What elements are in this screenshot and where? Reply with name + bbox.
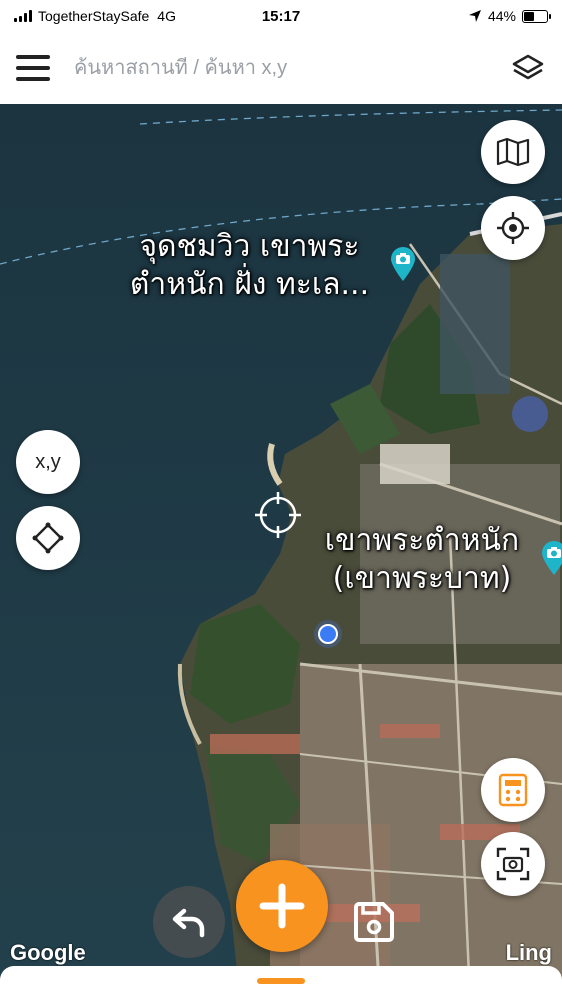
- cellular-signal-icon: [14, 10, 32, 22]
- plus-icon: [259, 883, 305, 929]
- search-input[interactable]: [74, 56, 510, 80]
- carrier-name: TogetherStaySafe: [38, 8, 150, 24]
- bottom-sheet[interactable]: [0, 966, 562, 1000]
- screen-capture-button[interactable]: [481, 832, 545, 896]
- undo-icon: [172, 908, 205, 938]
- camera-pin-icon[interactable]: [389, 246, 417, 282]
- poi-label-temple[interactable]: เขาพระตำหนัก (เขาพระบาท): [302, 522, 542, 597]
- save-button[interactable]: [338, 886, 410, 958]
- map-type-button[interactable]: [481, 120, 545, 184]
- locate-button[interactable]: [481, 196, 545, 260]
- target-icon: [497, 212, 529, 244]
- camera-pin-icon[interactable]: [540, 540, 562, 576]
- xy-coordinate-button[interactable]: x,y: [16, 430, 80, 494]
- status-time: 15:17: [261, 7, 301, 25]
- status-bar: TogetherStaySafe 4G 15:17 44%: [0, 0, 562, 32]
- save-icon: [354, 902, 394, 942]
- add-point-button[interactable]: [236, 860, 328, 952]
- layers-icon[interactable]: [510, 50, 546, 86]
- my-location-dot: [318, 624, 338, 644]
- battery-icon: [522, 9, 551, 23]
- google-attribution: Google: [10, 940, 86, 965]
- brand-label: Ling: [505, 940, 552, 965]
- measure-button[interactable]: [16, 506, 80, 570]
- folded-map-icon: [496, 137, 530, 167]
- xy-button-label: x,y: [35, 450, 61, 473]
- sheet-drag-handle[interactable]: [257, 978, 305, 984]
- calculator-icon: [498, 773, 528, 807]
- capture-icon: [496, 847, 530, 881]
- calculator-button[interactable]: [481, 758, 545, 822]
- location-arrow-icon: [468, 10, 481, 22]
- search-header: [0, 32, 562, 104]
- hamburger-menu-icon[interactable]: [16, 55, 50, 81]
- crosshair-icon: [255, 492, 301, 538]
- undo-button[interactable]: [153, 886, 225, 958]
- poi-label-viewpoint[interactable]: จุดชมวิว เขาพระ ตำหนัก ฝั่ง ทะเล...: [112, 228, 387, 303]
- network-type: 4G: [157, 8, 176, 24]
- battery-percent: 44%: [487, 8, 516, 24]
- satellite-map[interactable]: จุดชมวิว เขาพระ ตำหนัก ฝั่ง ทะเล... เขาพ…: [0, 104, 562, 1000]
- diamond-icon: [32, 522, 64, 554]
